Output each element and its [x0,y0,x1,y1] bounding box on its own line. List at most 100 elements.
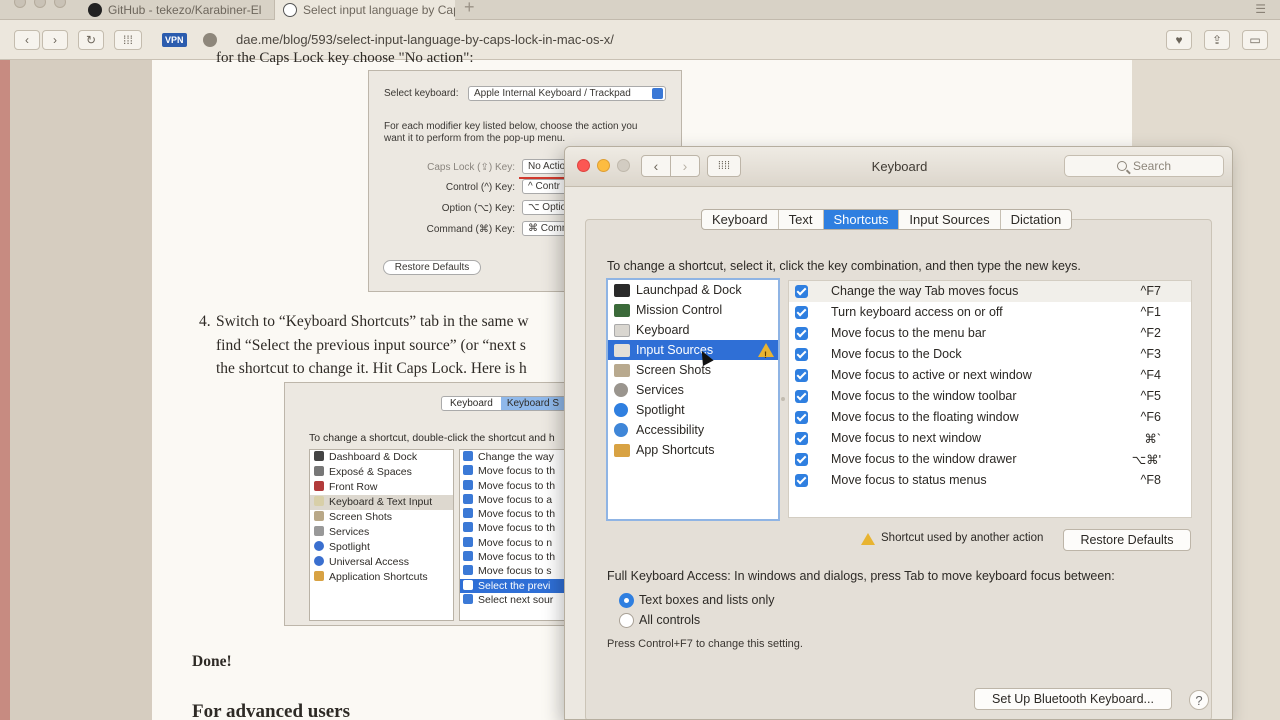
restore-defaults-button[interactable]: Restore Defaults [1063,529,1191,551]
shortcut-checkbox[interactable] [795,369,808,382]
shortcut-key[interactable]: ^F1 [1141,305,1161,319]
tab-shortcuts[interactable]: Shortcuts [823,210,900,229]
category-label: Screen Shots [636,363,712,377]
shortcut-key[interactable]: ^F2 [1141,326,1161,340]
shortcut-category-list[interactable]: Launchpad & Dock Mission Control Keyboar… [606,278,780,521]
tab-label: Select input language by Cap [303,3,455,17]
category-mission-control[interactable]: Mission Control [608,300,778,320]
shortcut-checkbox[interactable] [795,474,808,487]
done-heading: Done! [192,653,232,670]
table-row[interactable]: Move focus to the window toolbar ^F5 [789,386,1191,407]
tab-dictation[interactable]: Dictation [1001,210,1072,229]
search-field[interactable]: Search [1064,155,1224,177]
shortcut-key[interactable]: ^F4 [1141,368,1161,382]
table-row[interactable]: Move focus to status menus ^F8 [789,470,1191,491]
tab-text[interactable]: Text [779,210,824,229]
list-item: Universal Access [310,555,453,570]
input-sources-icon [614,343,630,357]
shortcut-checkbox[interactable] [795,327,808,340]
radio-all-controls[interactable] [619,613,634,628]
reload-button[interactable]: ↻ [78,30,104,50]
caps-lock-label: Caps Lock (⇪) Key: [427,162,515,173]
article-top-line: for the Caps Lock key choose "No action"… [216,50,474,66]
radio-label[interactable]: All controls [639,613,700,627]
shortcut-checkbox[interactable] [795,348,808,361]
shortcut-key[interactable]: ⌥⌘' [1132,452,1161,467]
shortcut-name: Move focus to the window toolbar [831,389,1017,403]
category-input-sources[interactable]: Input Sources [608,340,778,365]
site-info-icon[interactable] [203,33,217,47]
shortcut-checkbox[interactable] [795,411,808,424]
shortcut-name: Change the way Tab moves focus [831,284,1019,298]
share-icon: ⇪ [1211,33,1223,47]
sidebar-button[interactable]: ▭ [1242,30,1268,50]
desc-line: For each modifier key listed below, choo… [384,121,638,132]
image-tab: Keyboard [450,398,493,409]
shortcut-checkbox[interactable] [795,432,808,445]
table-row[interactable]: Turn keyboard access on or off ^F1 [789,302,1191,323]
help-button[interactable]: ? [1189,690,1209,710]
tab-input-sources[interactable]: Input Sources [899,210,1001,229]
share-button[interactable]: ⇪ [1204,30,1230,50]
chevron-right-icon: › [53,33,57,47]
new-tab-button[interactable]: + [464,0,475,16]
shortcut-key[interactable]: ^F6 [1141,410,1161,424]
list-item: Exposé & Spaces [310,465,453,480]
browser-tab-article[interactable]: Select input language by Cap [275,0,455,20]
back-button[interactable]: ‹ [14,30,40,50]
shortcut-key[interactable]: ^F7 [1141,284,1161,298]
list-item: Services [310,525,453,540]
shortcut-key[interactable]: ^F3 [1141,347,1161,361]
step4-line: find “Select the previous input source” … [216,337,526,354]
browser-minimize-button[interactable] [34,0,46,8]
shortcut-key[interactable]: ⌘` [1144,431,1161,446]
bookmark-button[interactable]: ♥ [1166,30,1192,50]
browser-zoom-button[interactable] [54,0,66,8]
speed-dial-button[interactable]: ⁞⁞⁞ [114,30,142,50]
browser-tab-github[interactable]: GitHub - tekezo/Karabiner-El [80,0,275,20]
table-row[interactable]: Move focus to the Dock ^F3 [789,344,1191,365]
mission-control-icon [614,303,630,317]
table-row[interactable]: Move focus to the menu bar ^F2 [789,323,1191,344]
list-item: Screen Shots [310,510,453,525]
shortcut-checkbox[interactable] [795,306,808,319]
table-row[interactable]: Change the way Tab moves focus ^F7 [789,281,1191,302]
category-app-shortcuts[interactable]: App Shortcuts [608,440,778,460]
category-services[interactable]: Services [608,380,778,400]
table-row[interactable]: Move focus to active or next window ^F4 [789,365,1191,386]
category-accessibility[interactable]: Accessibility [608,420,778,440]
warning-icon [758,343,774,365]
table-row[interactable]: Move focus to next window ⌘` [789,428,1191,449]
radio-label[interactable]: Text boxes and lists only [639,593,775,607]
address-bar[interactable]: dae.me/blog/593/select-input-language-by… [236,32,614,47]
category-keyboard[interactable]: Keyboard [608,320,778,340]
shortcut-name: Turn keyboard access on or off [831,305,1003,319]
shortcut-key[interactable]: ^F8 [1141,473,1161,487]
browser-tab-bar: GitHub - tekezo/Karabiner-El Select inpu… [0,0,1280,20]
shortcut-key[interactable]: ^F5 [1141,389,1161,403]
shortcut-table[interactable]: Change the way Tab moves focus ^F7 Turn k… [788,280,1192,518]
option-label: Option (⌥) Key: [441,203,515,214]
forward-button[interactable]: › [42,30,68,50]
image-instruction: To change a shortcut, double-click the s… [309,432,555,444]
browser-close-button[interactable] [14,0,26,8]
shortcut-checkbox[interactable] [795,453,808,466]
control-label: Control (^) Key: [445,182,515,193]
category-spotlight[interactable]: Spotlight [608,400,778,420]
select-keyboard-label: Select keyboard: [384,88,459,99]
radio-text-boxes[interactable] [619,593,634,608]
bluetooth-keyboard-button[interactable]: Set Up Bluetooth Keyboard... [974,688,1172,710]
tab-overview-icon[interactable]: ☰ [1255,2,1266,16]
shortcut-checkbox[interactable] [795,285,808,298]
tab-keyboard[interactable]: Keyboard [702,210,779,229]
category-launchpad-dock[interactable]: Launchpad & Dock [608,280,778,300]
table-row[interactable]: Move focus to the window drawer ⌥⌘' [789,449,1191,470]
page-left-margin [0,60,152,720]
chevron-left-icon: ‹ [25,33,29,47]
split-handle[interactable] [781,397,785,401]
table-row[interactable]: Move focus to the floating window ^F6 [789,407,1191,428]
shortcut-checkbox[interactable] [795,390,808,403]
shortcut-name: Move focus to status menus [831,473,987,487]
vpn-badge[interactable]: VPN [162,33,187,47]
category-screen-shots[interactable]: Screen Shots [608,360,778,380]
